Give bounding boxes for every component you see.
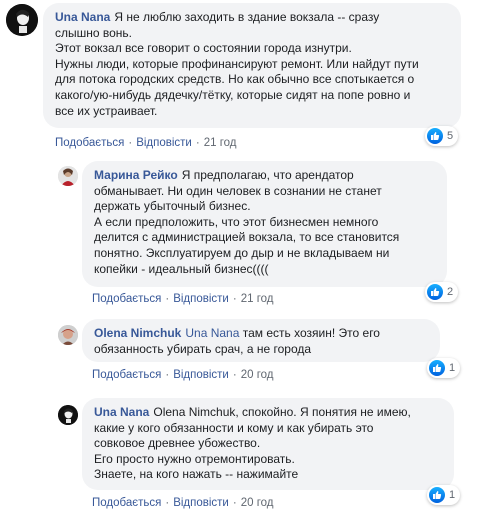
comment-author[interactable]: Olena Nimchuk <box>94 326 181 340</box>
timestamp[interactable]: 21 год <box>204 137 237 149</box>
user-photo-icon <box>58 166 78 186</box>
comment-text-line: Его просто нужно отремонтировать. <box>94 451 295 466</box>
avatar[interactable] <box>58 405 78 425</box>
user-photo-icon <box>58 325 78 345</box>
comment-author[interactable]: Una Nana <box>94 405 149 419</box>
reaction-number: 5 <box>447 130 454 142</box>
reply-link[interactable]: Відповісти <box>173 369 229 381</box>
comment-text-line: какие у кого обязанности и кому и как уб… <box>94 420 374 435</box>
comment-actions: Подобається · Відповісти · 20 год <box>92 497 274 509</box>
reaction-count[interactable]: 1 <box>427 485 461 505</box>
thumbs-up-icon <box>427 128 443 144</box>
mention-link[interactable]: Una Nana <box>185 326 239 340</box>
comment-text-line: Этот вокзал все говорит о состоянии горо… <box>55 41 352 56</box>
comment-text-line: копейки - идеальный бизнес(((( <box>94 261 269 276</box>
comment-bubble: Olena Nimchuk Una Nana там есть хозяин! Э… <box>82 319 440 362</box>
comment-author[interactable]: Una Nana <box>55 10 110 24</box>
reaction-number: 2 <box>447 286 454 298</box>
reaction-count[interactable]: 5 <box>425 126 459 146</box>
avatar[interactable] <box>58 166 78 186</box>
reply-link[interactable]: Відповісти <box>173 293 229 305</box>
comment-text-line: там есть хозяин! Это его <box>242 326 380 340</box>
comment-text-line: совковое древнее убожество. <box>94 436 261 451</box>
comment-text-line: обязанность убирать срач, а не города <box>94 341 312 356</box>
comment-actions: Подобається · Відповісти · 20 год <box>92 369 274 381</box>
comment-text-line: держать убыточный бизнес. <box>94 199 251 214</box>
reply-link[interactable]: Відповісти <box>173 497 229 509</box>
comment-text-line: обманывает. Ни один человек в сознании н… <box>94 183 382 198</box>
comment-text-line: все их устраивает. <box>55 103 158 118</box>
comment-bubble: Марина Рейко Я предполагаю, что арендатор… <box>82 161 447 287</box>
comment-text-line: А если предположить, что этот бизнесмен … <box>94 214 379 229</box>
reaction-count[interactable]: 2 <box>425 282 459 302</box>
comment-bubble: Una Nana Я не люблю заходить в здание вок… <box>43 3 461 128</box>
user-silhouette-icon <box>58 405 78 425</box>
thumbs-up-icon <box>429 360 445 376</box>
timestamp[interactable]: 20 год <box>241 369 274 381</box>
avatar[interactable] <box>58 325 78 345</box>
reply-link[interactable]: Відповісти <box>136 137 192 149</box>
comment-text-line: какого/ую-нибудь дядечку/тётку, которые … <box>55 87 411 102</box>
like-link[interactable]: Подобається <box>92 293 161 305</box>
thumbs-up-icon <box>427 284 443 300</box>
reaction-number: 1 <box>449 489 456 501</box>
comment-text-line: для потока городских средств. Но как обы… <box>55 72 415 87</box>
comment-author[interactable]: Марина Рейко <box>94 168 178 182</box>
comment-text-line: Olena Nimchuk, спокойно. Я понятия не им… <box>153 405 411 419</box>
comment-text-line: слышно вонь. <box>55 25 133 40</box>
comment-text-line: Я не люблю заходить в здание вокзала -- … <box>114 10 380 24</box>
comment-text-line: Я предполагаю, что арендатор <box>181 168 354 182</box>
comment-text-line: Нужны люди, которые профинансируют ремон… <box>55 56 419 71</box>
thumbs-up-icon <box>429 487 445 503</box>
comment-text-line: Знаете, на кого нажать -- нажимайте <box>94 467 299 482</box>
comment-text-line: делится с администрацией вокзала, то все… <box>94 230 400 245</box>
comment-bubble: Una Nana Olena Nimchuk, спокойно. Я понят… <box>82 398 454 490</box>
timestamp[interactable]: 20 год <box>241 497 274 509</box>
comment-text-line: понятно. Эксплуатируем до дыр и не вклад… <box>94 245 390 260</box>
like-link[interactable]: Подобається <box>92 497 161 509</box>
avatar[interactable] <box>6 4 38 36</box>
user-silhouette-icon <box>6 4 38 36</box>
reaction-number: 1 <box>449 362 456 374</box>
comment-actions: Подобається · Відповісти · 21 год <box>55 137 237 149</box>
like-link[interactable]: Подобається <box>55 137 124 149</box>
timestamp[interactable]: 21 год <box>241 293 274 305</box>
comment-actions: Подобається · Відповісти · 21 год <box>92 293 274 305</box>
like-link[interactable]: Подобається <box>92 369 161 381</box>
reaction-count[interactable]: 1 <box>427 358 461 378</box>
